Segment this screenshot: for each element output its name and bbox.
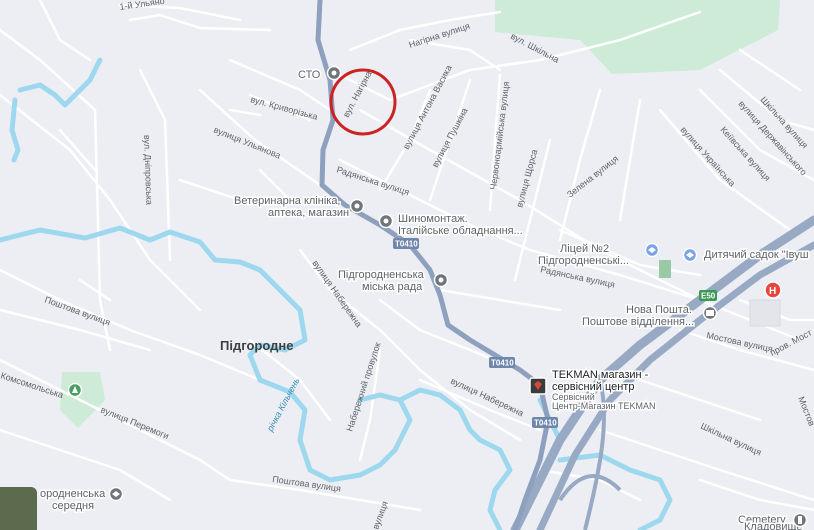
svg-text:H: H [769, 286, 776, 297]
map-canvas[interactable]: 1-й Ульяно Нагірна вулиця вул. Шкільна в… [0, 0, 814, 530]
poi-label: Шиномонтаж. [398, 213, 468, 225]
layer-toggle-thumbnail[interactable] [0, 487, 37, 530]
poi-label: Підгородненські... [538, 255, 629, 267]
route-shield-t0410: T0410 [489, 357, 515, 368]
poi-label: аптека, магазин [268, 207, 349, 219]
map-background [0, 0, 814, 530]
poi-label: TEKMAN магазин - [552, 369, 649, 381]
poi-label: СТО [298, 69, 321, 81]
poi-label: Підгородненська [338, 269, 425, 281]
poi-label: середня [52, 500, 94, 512]
route-shield-e50: E50 [699, 290, 717, 301]
poi-label: Ветеринарна клініка, [234, 195, 341, 207]
school-grounds [659, 260, 671, 278]
poi-label: ородненська [40, 488, 106, 500]
poi-dot-icon [383, 218, 389, 224]
route-shield-t0410: T0410 [532, 417, 558, 428]
poi-sto[interactable]: СТО [297, 65, 342, 83]
poi-label: Нова Пошта. [626, 304, 692, 316]
poi-dot-icon [354, 203, 360, 209]
svg-text:T0410: T0410 [491, 359, 514, 368]
poi-sublabel: Центр-Магазин TEKMAN [552, 401, 655, 411]
poi-label: Дитячий садок "Івуш [704, 249, 809, 261]
hospital-icon[interactable]: H [764, 281, 782, 299]
poi-label: Італійське обладнання... [398, 225, 523, 237]
poi-label: міська рада [362, 281, 423, 293]
map-base[interactable]: 1-й Ульяно Нагірна вулиця вул. Шкільна в… [0, 0, 814, 530]
poi-dot-icon [438, 277, 444, 283]
svg-text:T0410: T0410 [395, 240, 418, 249]
svg-text:E50: E50 [701, 292, 716, 301]
poi-label: Поштове відділення... [582, 316, 694, 328]
svg-text:T0410: T0410 [534, 419, 557, 428]
poi-label: Ліцей №2 [560, 243, 609, 255]
poi-cemetery[interactable]: Cemetery Кладовище [737, 513, 808, 530]
route-shield-t0410: T0410 [393, 238, 419, 249]
park-icon[interactable] [67, 382, 83, 398]
poi-dot-icon [331, 70, 337, 76]
building-block [749, 299, 781, 327]
town-label[interactable]: Підгородне [220, 338, 293, 353]
